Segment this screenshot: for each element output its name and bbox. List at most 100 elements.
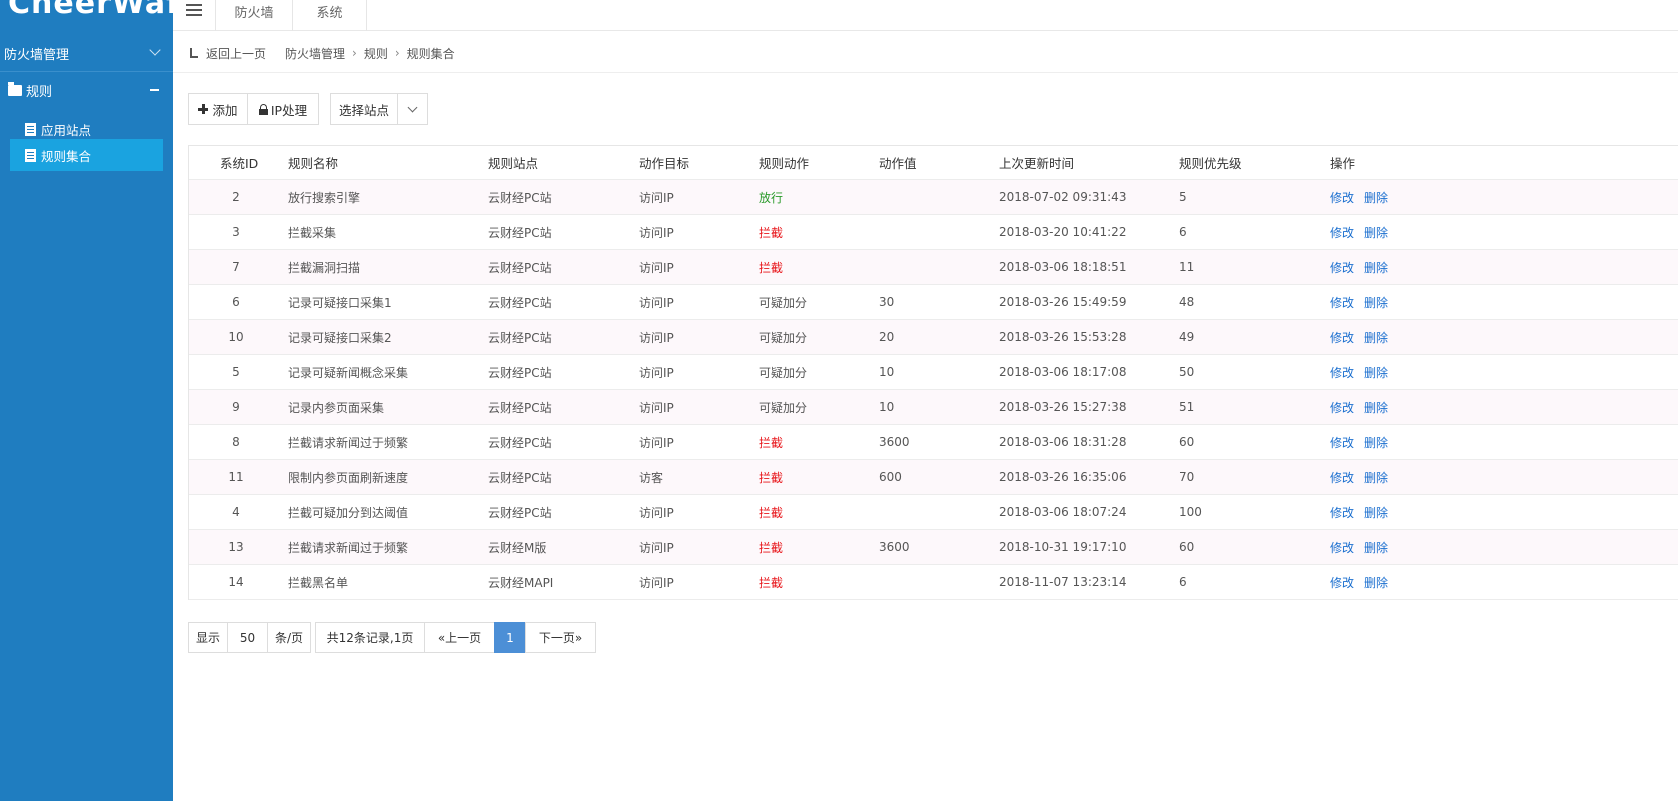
edit-link[interactable]: 修改 — [1330, 224, 1354, 241]
edit-link[interactable]: 修改 — [1330, 329, 1354, 346]
pagination-summary: 共12条记录,1页 — [315, 622, 425, 653]
column-header-name: 规则名称 — [288, 156, 339, 171]
table-row: 7 拦截漏洞扫描 云财经PC站 访问IP 拦截 2018-03-06 18:18:51 11… — [189, 250, 1678, 285]
edit-link[interactable]: 修改 — [1330, 259, 1354, 276]
cell-rule-name: 拦截请求新闻过于频繁 — [288, 540, 409, 555]
back-arrow-icon[interactable] — [188, 47, 200, 59]
delete-link[interactable]: 删除 — [1364, 399, 1388, 416]
cell-rule-action: 可疑加分 — [759, 400, 808, 415]
delete-link[interactable]: 删除 — [1364, 469, 1388, 486]
cell-rule-name: 限制内参页面刷新速度 — [288, 470, 409, 485]
edit-link[interactable]: 修改 — [1330, 469, 1354, 486]
delete-link[interactable]: 删除 — [1364, 574, 1388, 591]
cell-priority: 48 — [1179, 295, 1195, 309]
edit-link[interactable]: 修改 — [1330, 574, 1354, 591]
edit-link[interactable]: 修改 — [1330, 189, 1354, 206]
cell-id: 5 — [232, 365, 240, 379]
cell-action-target: 访问IP — [639, 575, 674, 590]
site-select-button[interactable]: 选择站点 — [330, 93, 398, 125]
cell-id: 3 — [232, 225, 240, 239]
cell-rule-action: 拦截 — [759, 505, 784, 520]
delete-link[interactable]: 删除 — [1364, 504, 1388, 521]
delete-link[interactable]: 删除 — [1364, 294, 1388, 311]
sidebar-item-rule-sets[interactable]: 规则集合 — [10, 139, 163, 171]
cell-priority: 6 — [1179, 575, 1187, 589]
column-header-id: 系统ID — [220, 156, 259, 171]
cell-action-target: 访问IP — [639, 540, 674, 555]
cell-rule-site: 云财经MAPI — [488, 575, 554, 590]
menu-group-rules[interactable]: 规则 — [0, 74, 173, 106]
add-button[interactable]: 添加 — [188, 93, 248, 125]
breadcrumb-firewall-management[interactable]: 防火墙管理 — [285, 45, 345, 62]
column-header-value: 动作值 — [879, 156, 917, 171]
lock-icon — [258, 103, 268, 115]
cell-updated-time: 2018-03-06 18:17:08 — [999, 365, 1127, 379]
top-bar: 防火墙 系统 — [173, 0, 1678, 31]
delete-link[interactable]: 删除 — [1364, 539, 1388, 556]
next-page-button[interactable]: 下一页» — [525, 622, 596, 653]
cell-id: 8 — [232, 435, 240, 449]
edit-link[interactable]: 修改 — [1330, 364, 1354, 381]
cell-rule-site: 云财经PC站 — [488, 435, 552, 450]
chevron-down-icon — [149, 44, 161, 56]
cell-rule-name: 拦截采集 — [288, 225, 337, 240]
tab-firewall[interactable]: 防火墙 — [215, 0, 292, 31]
cell-updated-time: 2018-03-20 10:41:22 — [999, 225, 1127, 239]
delete-link[interactable]: 删除 — [1364, 189, 1388, 206]
cell-rule-name: 放行搜索引擎 — [288, 190, 361, 205]
sidebar-item-label: 应用站点 — [41, 122, 92, 138]
menu-firewall-management[interactable]: 防火墙管理 — [0, 36, 173, 72]
breadcrumb: 返回上一页 防火墙管理 › 规则 › 规则集合 — [188, 44, 455, 62]
cell-priority: 51 — [1179, 400, 1195, 414]
cell-priority: 50 — [1179, 365, 1195, 379]
menu-group-label: 规则 — [26, 84, 53, 100]
cell-updated-time: 2018-11-07 13:23:14 — [999, 575, 1127, 589]
delete-link[interactable]: 删除 — [1364, 329, 1388, 346]
table-row: 13 拦截请求新闻过于频繁 云财经M版 访问IP 拦截 3600 2018-10-31 19… — [189, 530, 1678, 565]
cell-updated-time: 2018-03-06 18:18:51 — [999, 260, 1127, 274]
ip-process-button[interactable]: IP处理 — [247, 93, 319, 125]
cell-action-target: 访问IP — [639, 365, 674, 380]
breadcrumb-rules[interactable]: 规则 — [364, 45, 388, 62]
cell-rule-name: 拦截可疑加分到达阈值 — [288, 505, 409, 520]
plus-icon — [198, 104, 209, 114]
table-row: 6 记录可疑接口采集1 云财经PC站 访问IP 可疑加分 30 2018-03-26 15:… — [189, 285, 1678, 320]
cell-rule-site: 云财经PC站 — [488, 505, 552, 520]
back-link[interactable]: 返回上一页 — [206, 45, 266, 62]
pagination: 显示 50 条/页 共12条记录,1页 «上一页 1 下一页» — [188, 622, 596, 653]
divider — [173, 72, 1678, 73]
cell-rule-name: 拦截黑名单 — [288, 575, 349, 590]
tab-system[interactable]: 系统 — [292, 0, 367, 31]
delete-link[interactable]: 删除 — [1364, 434, 1388, 451]
cell-operations: 修改 删除 — [1330, 355, 1398, 389]
table-row: 11 限制内参页面刷新速度 云财经PC站 访客 拦截 600 2018-03-26 16:3… — [189, 460, 1678, 495]
cell-operations: 修改 删除 — [1330, 180, 1398, 214]
document-icon — [25, 122, 36, 136]
menu-toggle-icon[interactable] — [186, 4, 202, 16]
cell-operations: 修改 删除 — [1330, 390, 1398, 424]
delete-link[interactable]: 删除 — [1364, 364, 1388, 381]
cell-id: 7 — [232, 260, 240, 274]
cell-id: 6 — [232, 295, 240, 309]
edit-link[interactable]: 修改 — [1330, 294, 1354, 311]
edit-link[interactable]: 修改 — [1330, 434, 1354, 451]
table-header-row: 系统ID 规则名称 规则站点 动作目标 规则动作 动作值 上次更新时间 规则优先… — [189, 146, 1678, 180]
delete-link[interactable]: 删除 — [1364, 259, 1388, 276]
column-header-action: 规则动作 — [759, 156, 810, 171]
site-select-dropdown-toggle[interactable] — [397, 93, 428, 125]
cell-rule-name: 记录可疑新闻概念采集 — [288, 365, 409, 380]
collapse-icon[interactable] — [150, 89, 159, 91]
cell-updated-time: 2018-10-31 19:17:10 — [999, 540, 1127, 554]
prev-page-button[interactable]: «上一页 — [424, 622, 495, 653]
cell-action-value: 3600 — [879, 540, 910, 554]
delete-link[interactable]: 删除 — [1364, 224, 1388, 241]
menu-head-label: 防火墙管理 — [4, 48, 70, 63]
cell-action-target: 访问IP — [639, 260, 674, 275]
page-number-current[interactable]: 1 — [494, 622, 526, 653]
edit-link[interactable]: 修改 — [1330, 539, 1354, 556]
page-size-input[interactable]: 50 — [227, 622, 268, 653]
edit-link[interactable]: 修改 — [1330, 399, 1354, 416]
edit-link[interactable]: 修改 — [1330, 504, 1354, 521]
table-row: 2 放行搜索引擎 云财经PC站 访问IP 放行 2018-07-02 09:31:43 5 修… — [189, 180, 1678, 215]
cell-updated-time: 2018-03-26 15:27:38 — [999, 400, 1127, 414]
